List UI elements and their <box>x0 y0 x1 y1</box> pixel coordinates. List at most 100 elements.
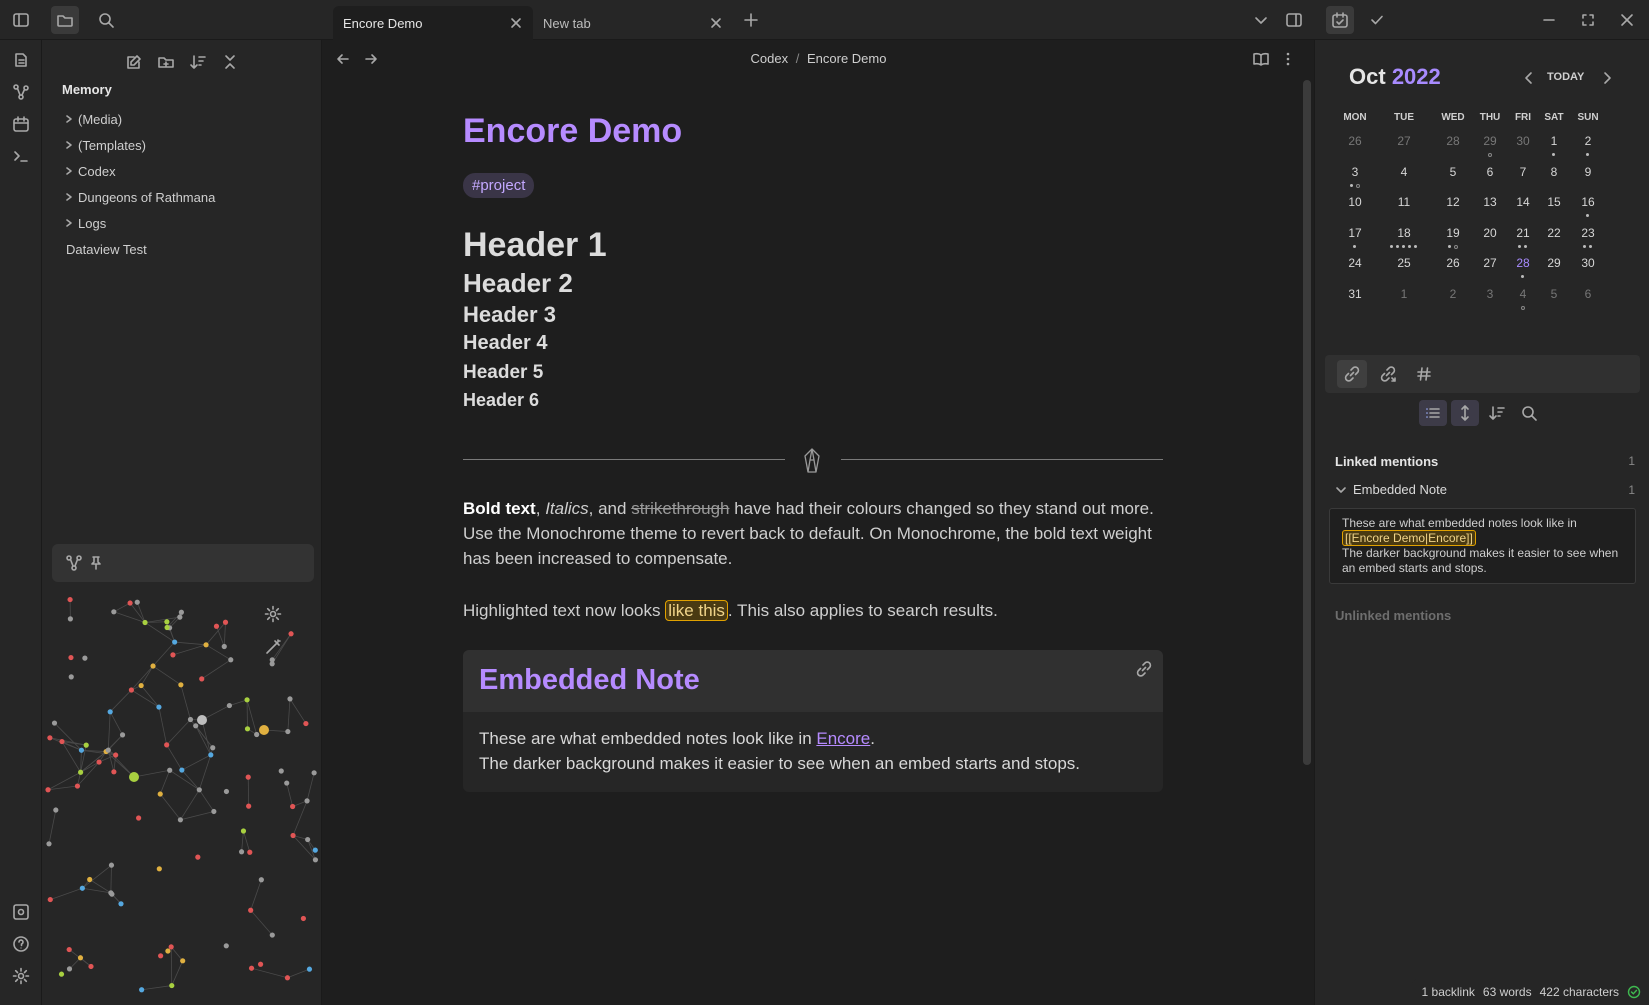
graph-node[interactable] <box>177 817 184 823</box>
pin-button[interactable] <box>88 555 104 571</box>
graph-node[interactable] <box>79 885 85 891</box>
graph-node[interactable] <box>195 854 201 860</box>
graph-node[interactable] <box>136 815 142 821</box>
graph-node[interactable] <box>118 901 124 907</box>
graph-node[interactable] <box>96 759 102 765</box>
tab-new-tab[interactable]: New tab <box>533 6 733 40</box>
graph-node[interactable] <box>78 747 85 753</box>
tag-pill[interactable]: #project <box>463 173 535 198</box>
graph-node[interactable] <box>179 767 185 773</box>
graph-node[interactable] <box>47 735 53 741</box>
graph-node[interactable] <box>238 849 245 855</box>
graph-settings-button[interactable] <box>264 605 282 623</box>
graph-node[interactable] <box>105 747 111 753</box>
graph-node[interactable] <box>87 876 93 883</box>
calendar-day[interactable]: 30 <box>1568 256 1608 270</box>
graph-node[interactable] <box>164 624 170 631</box>
graph-node[interactable] <box>211 808 217 815</box>
graph-node[interactable] <box>78 769 84 775</box>
graph-node[interactable] <box>66 966 73 972</box>
calendar-day[interactable]: 10 <box>1335 195 1375 209</box>
graph-node[interactable] <box>128 687 135 693</box>
graph-node[interactable] <box>312 857 319 863</box>
calendar-day[interactable]: 5 <box>1433 165 1473 179</box>
graph-node[interactable] <box>169 982 175 989</box>
next-month-button[interactable] <box>1599 70 1615 86</box>
graph-node[interactable] <box>304 798 310 804</box>
graph-node[interactable] <box>208 752 214 758</box>
graph-node[interactable] <box>82 655 88 661</box>
calendar-day[interactable]: 11 <box>1384 195 1424 209</box>
graph-node[interactable] <box>269 932 275 938</box>
new-note-button[interactable] <box>122 50 146 74</box>
backlinks-tab[interactable] <box>1337 360 1367 388</box>
tree-folder-templates[interactable]: (Templates) <box>64 134 146 156</box>
calendar-day[interactable]: 16 <box>1568 195 1608 209</box>
graph-node[interactable] <box>139 987 145 993</box>
close-tab-button[interactable] <box>709 16 723 30</box>
snippet-link[interactable]: [[Encore Demo|Encore]] <box>1342 530 1476 546</box>
graph-node[interactable] <box>158 953 164 959</box>
close-window-button[interactable] <box>1613 6 1641 34</box>
graph-node[interactable] <box>284 975 291 981</box>
tree-folder-codex[interactable]: Codex <box>64 160 116 182</box>
graph-node[interactable] <box>269 661 275 667</box>
graph-node[interactable] <box>288 631 294 637</box>
backlink-snippet[interactable]: These are what embedded notes look like … <box>1329 508 1636 584</box>
graph-node[interactable] <box>127 600 133 606</box>
reading-view-button[interactable] <box>1252 50 1270 68</box>
graph-node[interactable] <box>248 965 255 971</box>
graph-node[interactable] <box>111 769 117 775</box>
graph-node[interactable] <box>67 596 73 603</box>
graph-node[interactable] <box>187 716 194 723</box>
calendar-view-button[interactable] <box>1326 6 1354 34</box>
graph-node[interactable] <box>244 697 250 703</box>
calendar-day[interactable]: 28 <box>1433 134 1473 148</box>
outgoing-links-tab[interactable] <box>1373 360 1403 388</box>
graph-node[interactable] <box>46 841 52 847</box>
unlinked-mentions-heading[interactable]: Unlinked mentions <box>1335 608 1451 623</box>
graph-node[interactable] <box>108 862 115 868</box>
calendar-day[interactable]: 9 <box>1568 165 1608 179</box>
editor-scrollbar[interactable] <box>1303 80 1311 765</box>
graph-node[interactable] <box>108 890 114 896</box>
graph-node[interactable] <box>247 849 253 855</box>
graph-node[interactable] <box>287 696 293 702</box>
calendar-day[interactable]: 27 <box>1384 134 1424 148</box>
calendar-day[interactable]: 23 <box>1568 226 1608 240</box>
graph-node[interactable] <box>68 674 74 680</box>
toggle-left-sidebar-button[interactable] <box>7 6 35 34</box>
graph-node[interactable] <box>138 682 144 689</box>
graph-node[interactable] <box>196 787 202 793</box>
graph-node[interactable] <box>67 616 73 622</box>
graph-node[interactable] <box>199 676 205 682</box>
calendar-day[interactable]: 26 <box>1433 256 1473 270</box>
graph-node[interactable] <box>53 807 59 813</box>
breadcrumb-current[interactable]: Encore Demo <box>807 51 886 66</box>
graph-node[interactable] <box>164 619 170 625</box>
graph-node[interactable] <box>74 783 81 789</box>
backlink-source[interactable]: Embedded Note <box>1335 482 1447 497</box>
calendar-day[interactable]: 12 <box>1433 195 1473 209</box>
calendar-day[interactable]: 19 <box>1433 226 1473 240</box>
maximize-button[interactable] <box>1574 6 1602 34</box>
open-quick-switcher-button[interactable] <box>9 48 33 72</box>
graph-node[interactable] <box>168 944 174 950</box>
vault-switcher-button[interactable] <box>9 900 33 924</box>
linked-mentions-heading[interactable]: Linked mentions <box>1335 454 1438 469</box>
graph-node[interactable] <box>197 715 207 725</box>
search-backlinks-button[interactable] <box>1515 400 1543 426</box>
settings-button[interactable] <box>9 964 33 988</box>
graph-node[interactable] <box>254 731 260 738</box>
graph-node[interactable] <box>59 738 65 745</box>
graph-node[interactable] <box>51 720 58 726</box>
graph-node[interactable] <box>156 866 162 872</box>
calendar-day[interactable]: 26 <box>1335 134 1375 148</box>
minimize-button[interactable] <box>1535 6 1563 34</box>
graph-node[interactable] <box>257 961 264 967</box>
graph-node[interactable] <box>172 639 178 645</box>
calendar-day[interactable]: 6 <box>1568 287 1608 301</box>
graph-node[interactable] <box>290 832 296 839</box>
tasks-view-button[interactable] <box>1363 6 1391 34</box>
graph-node[interactable] <box>134 599 140 605</box>
